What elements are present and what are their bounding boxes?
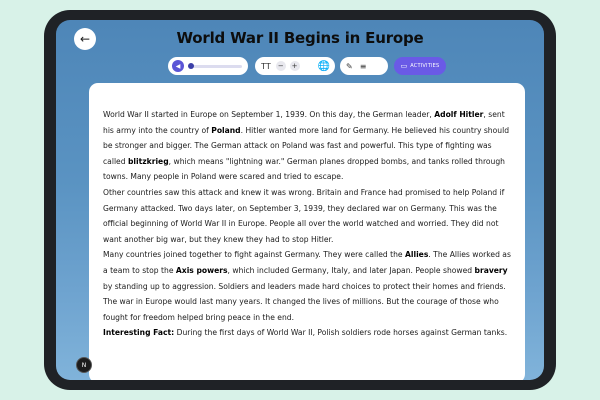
activities-button[interactable]: ▭ ACTIVITIES xyxy=(394,57,446,75)
bold-term: Axis powers xyxy=(175,265,228,275)
globe-icon[interactable]: 🌐 xyxy=(318,61,330,72)
paragraph-4: The war in Europe would last many years.… xyxy=(103,294,511,325)
plus-icon: + xyxy=(291,62,298,70)
speaker-icon: ◀ xyxy=(175,62,181,70)
app-badge[interactable]: N xyxy=(76,357,92,373)
text-size-icon: TT xyxy=(261,61,271,71)
paragraph-2: Other countries saw this attack and knew… xyxy=(103,185,511,247)
decrease-font-button[interactable]: − xyxy=(275,61,286,71)
bold-term: Adolf Hitler xyxy=(434,110,484,119)
tools-controls: ✎ ≡ xyxy=(340,57,388,75)
text-run: The war in Europe would last many years.… xyxy=(103,297,499,322)
bold-term: Poland xyxy=(211,125,241,135)
text-run: Other countries saw this attack and knew… xyxy=(103,187,505,244)
text-run: by standing up to aggression. Soldiers a… xyxy=(103,281,506,291)
minus-icon: − xyxy=(277,62,284,70)
activities-icon: ▭ xyxy=(400,62,408,70)
bold-term: bravery xyxy=(474,265,508,275)
bold-term: Allies xyxy=(405,250,429,260)
list-icon[interactable]: ≡ xyxy=(360,62,367,71)
increase-font-button[interactable]: + xyxy=(289,61,300,71)
paragraph-3: Many countries joined together to fight … xyxy=(103,247,511,294)
pencil-icon[interactable]: ✎ xyxy=(346,62,353,71)
bold-term: blitzkrieg xyxy=(127,156,169,166)
audio-progress-track[interactable] xyxy=(188,62,242,69)
text-run: World War II started in Europe on Septem… xyxy=(103,110,435,119)
text-run: Many countries joined together to fight … xyxy=(103,250,405,260)
article-card: World War II started in Europe on Septem… xyxy=(89,83,525,380)
audio-progress-knob[interactable] xyxy=(188,62,194,69)
audio-player: ◀ xyxy=(168,57,248,75)
play-button[interactable]: ◀ xyxy=(172,60,184,72)
app-screen: ← World War II Begins in Europe ◀ TT − +… xyxy=(56,20,544,380)
paragraph-1: World War II started in Europe on Septem… xyxy=(103,107,511,185)
font-size-controls: TT − + 🌐 xyxy=(255,57,335,75)
activities-label: ACTIVITIES xyxy=(410,63,440,69)
bold-term: Interesting Fact: xyxy=(103,328,175,338)
paragraph-5: Interesting Fact: During the first days … xyxy=(103,325,511,341)
page-title: World War II Begins in Europe xyxy=(176,29,424,47)
text-run: During the first days of World War II, P… xyxy=(174,328,508,338)
text-run: , which included Germany, Italy, and lat… xyxy=(227,265,475,275)
